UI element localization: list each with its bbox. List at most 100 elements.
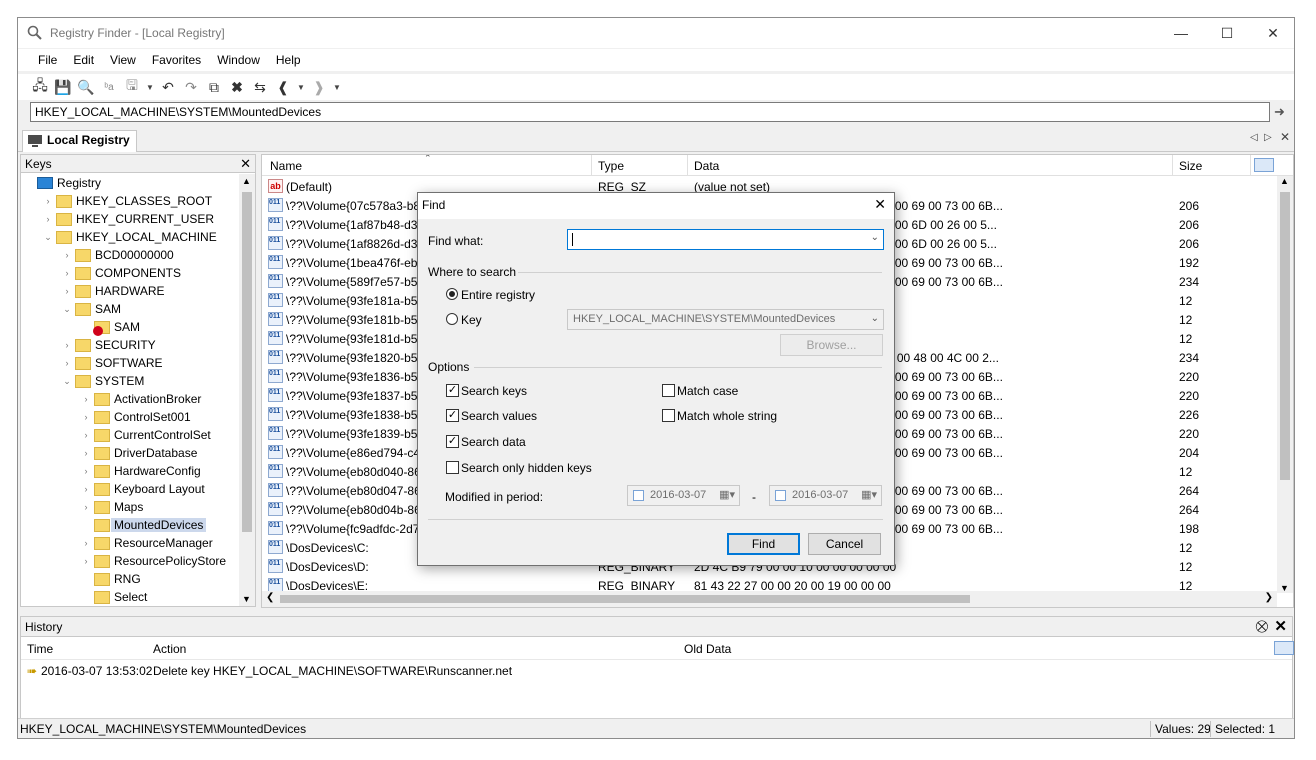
tree-node[interactable]: ⌄ SAM xyxy=(61,300,121,318)
values-scrollbar[interactable]: ▲ ▼ xyxy=(1277,176,1293,593)
find-what-input[interactable]: ⌄ xyxy=(567,229,884,250)
collapse-arrow-icon[interactable]: ⌄ xyxy=(42,232,54,243)
close-window-button[interactable]: ✕ xyxy=(1250,18,1294,48)
col-old-data[interactable]: Old Data xyxy=(684,642,731,656)
delete-icon[interactable]: ✖ xyxy=(227,77,247,97)
expand-arrow-icon[interactable]: › xyxy=(80,466,92,476)
menu-view[interactable]: View xyxy=(102,53,144,67)
col-action[interactable]: Action xyxy=(153,642,186,656)
tree-node[interactable]: Registry xyxy=(23,174,101,192)
search-data-label[interactable]: Search data xyxy=(461,435,526,449)
keys-scrollbar[interactable]: ▲ ▼ xyxy=(239,174,255,606)
scroll-left-icon[interactable]: ❮ xyxy=(266,592,274,603)
expand-arrow-icon[interactable]: › xyxy=(61,340,73,350)
back-dropdown-icon[interactable]: ▼ xyxy=(296,77,306,97)
match-case-label[interactable]: Match case xyxy=(677,384,738,398)
expand-arrow-icon[interactable]: › xyxy=(80,448,92,458)
back-icon[interactable]: ❰ xyxy=(273,77,293,97)
collapse-arrow-icon[interactable]: ⌄ xyxy=(61,304,73,315)
pin-icon[interactable]: ⛒ xyxy=(1256,619,1268,634)
key-path-dropdown-icon[interactable]: ⌄ xyxy=(871,313,879,324)
key-path-combo[interactable]: HKEY_LOCAL_MACHINE\SYSTEM\MountedDevices… xyxy=(567,309,884,330)
expand-arrow-icon[interactable]: › xyxy=(42,214,54,224)
tree-node[interactable]: › SECURITY xyxy=(61,336,156,354)
tree-node[interactable]: ⌄ HKEY_LOCAL_MACHINE xyxy=(42,228,217,246)
hidden-keys-label[interactable]: Search only hidden keys xyxy=(461,461,592,475)
tree-node[interactable]: Select xyxy=(80,588,147,606)
tab-next-icon[interactable]: ▷ xyxy=(1264,132,1272,143)
close-dialog-icon[interactable]: ✕ xyxy=(874,196,886,213)
cancel-button[interactable]: Cancel xyxy=(808,533,881,555)
maximize-button[interactable]: ☐ xyxy=(1204,18,1250,48)
values-scroll-thumb[interactable] xyxy=(1280,192,1290,480)
scroll-right-icon[interactable]: ❯ xyxy=(1265,592,1273,603)
calendar-icon[interactable]: ▦▾ xyxy=(861,488,877,501)
calendar-icon[interactable]: ▦▾ xyxy=(719,488,735,501)
values-hscrollbar[interactable]: ❮ ❯ xyxy=(262,591,1277,607)
tree-node[interactable]: › ActivationBroker xyxy=(80,390,202,408)
tree-node[interactable]: RNG xyxy=(80,570,141,588)
tree-node[interactable]: › HKEY_CLASSES_ROOT xyxy=(42,192,213,210)
copy-icon[interactable]: ⧉ xyxy=(204,77,224,97)
save-icon[interactable]: 🖫 xyxy=(122,77,142,97)
key-radio[interactable] xyxy=(446,313,458,325)
expand-arrow-icon[interactable]: › xyxy=(80,412,92,422)
menu-favorites[interactable]: Favorites xyxy=(144,53,209,67)
browse-button[interactable]: Browse... xyxy=(780,334,883,356)
search-data-checkbox[interactable]: ✓ xyxy=(446,435,459,448)
replace-icon[interactable]: ᵇa xyxy=(99,77,119,97)
find-button[interactable]: Find xyxy=(727,533,800,555)
history-grid-icon[interactable] xyxy=(1274,641,1294,655)
tree-node[interactable]: › HKEY_CURRENT_USER xyxy=(42,210,215,228)
go-arrow-icon[interactable]: ➜ xyxy=(1274,104,1285,120)
search-keys-label[interactable]: Search keys xyxy=(461,384,527,398)
grid-view-icon[interactable] xyxy=(1254,158,1274,172)
entire-registry-radio[interactable] xyxy=(446,288,458,300)
tree-node[interactable]: › ControlSet001 xyxy=(80,408,191,426)
close-history-icon[interactable]: ✕ xyxy=(1274,617,1287,635)
forward-icon[interactable]: ❱ xyxy=(309,77,329,97)
tree-node[interactable]: › Keyboard Layout xyxy=(80,480,205,498)
entire-registry-label[interactable]: Entire registry xyxy=(461,288,535,302)
values-scroll-up-icon[interactable]: ▲ xyxy=(1280,176,1289,186)
close-keys-icon[interactable]: ✕ xyxy=(240,156,251,172)
date-to-picker[interactable]: 2016-03-07 ▦▾ xyxy=(769,485,882,506)
undo-icon[interactable]: ↶ xyxy=(158,77,178,97)
expand-arrow-icon[interactable]: › xyxy=(61,268,73,278)
connect-computer-icon[interactable]: 🖧 xyxy=(30,77,50,97)
minimize-button[interactable]: — xyxy=(1158,18,1204,48)
expand-arrow-icon[interactable]: › xyxy=(61,286,73,296)
key-label[interactable]: Key xyxy=(461,313,482,327)
match-whole-label[interactable]: Match whole string xyxy=(677,409,777,423)
col-name[interactable]: Name xyxy=(270,159,302,173)
local-registry-icon[interactable]: 💾 xyxy=(53,77,73,97)
tree-node[interactable]: › Maps xyxy=(80,498,144,516)
tree-node[interactable]: › COMPONENTS xyxy=(61,264,182,282)
search-values-label[interactable]: Search values xyxy=(461,409,537,423)
expand-arrow-icon[interactable]: › xyxy=(42,196,54,206)
expand-arrow-icon[interactable]: › xyxy=(80,556,92,566)
tab-local-registry[interactable]: Local Registry xyxy=(22,130,137,152)
tree-node[interactable]: SAM xyxy=(80,318,140,336)
col-type[interactable]: Type xyxy=(598,159,624,173)
menu-help[interactable]: Help xyxy=(268,53,309,67)
menu-window[interactable]: Window xyxy=(209,53,268,67)
hscroll-thumb[interactable] xyxy=(280,595,970,603)
expand-arrow-icon[interactable]: › xyxy=(80,502,92,512)
tree-node[interactable]: › DriverDatabase xyxy=(80,444,198,462)
find-icon[interactable]: 🔍 xyxy=(76,77,96,97)
values-scroll-down-icon[interactable]: ▼ xyxy=(1280,583,1289,593)
col-size[interactable]: Size xyxy=(1179,159,1202,173)
tree-node[interactable]: › BCD00000000 xyxy=(61,246,174,264)
date-from-picker[interactable]: 2016-03-07 ▦▾ xyxy=(627,485,740,506)
refresh-icon[interactable]: ⇆ xyxy=(250,77,270,97)
tree-node[interactable]: ⌄ SYSTEM xyxy=(61,372,144,390)
find-history-dropdown-icon[interactable]: ⌄ xyxy=(871,232,879,243)
tab-prev-icon[interactable]: ◁ xyxy=(1250,132,1258,143)
tree-node[interactable]: › ResourcePolicyStore xyxy=(80,552,227,570)
search-values-checkbox[interactable]: ✓ xyxy=(446,409,459,422)
tree-node[interactable]: MountedDevices xyxy=(80,516,207,534)
collapse-arrow-icon[interactable]: ⌄ xyxy=(61,376,73,387)
scroll-down-icon[interactable]: ▼ xyxy=(242,594,251,604)
hidden-keys-checkbox[interactable] xyxy=(446,461,459,474)
